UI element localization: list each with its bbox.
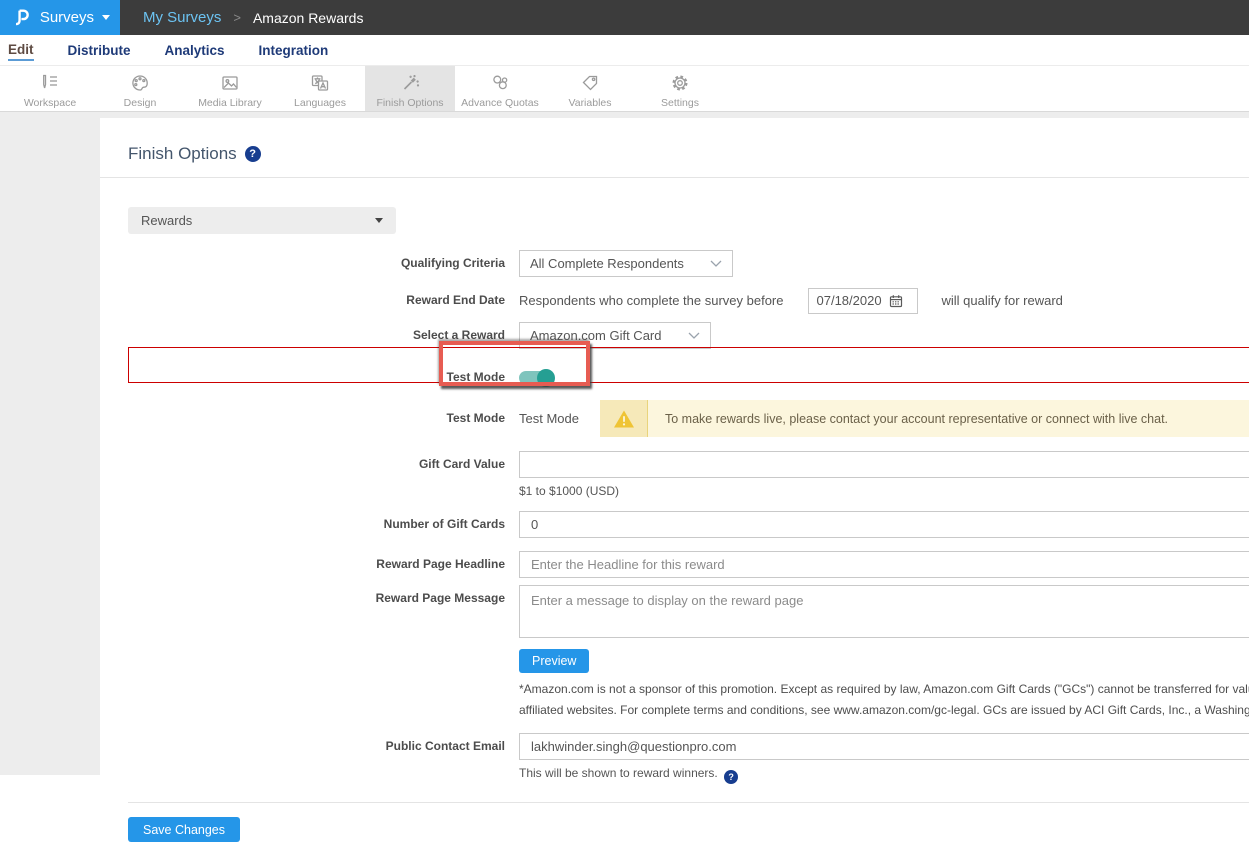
title-divider	[100, 177, 1249, 178]
qualifying-criteria-select[interactable]: All Complete Respondents	[519, 250, 733, 277]
product-menu[interactable]: Surveys	[0, 0, 120, 35]
page-background: Finish Options ? Rewards Qualifying Crit…	[0, 112, 1249, 775]
save-changes-button[interactable]: Save Changes	[128, 817, 240, 842]
toolbar-item-label: Design	[124, 97, 157, 109]
toolbar-item-advance-quotas[interactable]: Advance Quotas	[455, 66, 545, 111]
chevron-down-icon	[102, 15, 110, 20]
toolbar-item-media-library[interactable]: Media Library	[185, 66, 275, 111]
chevron-down-icon	[375, 218, 383, 223]
reward-end-date-field[interactable]	[808, 288, 918, 314]
amazon-disclaimer: *Amazon.com is not a sponsor of this pro…	[519, 679, 1249, 721]
advance-quotas-icon	[489, 72, 511, 94]
workspace-icon	[39, 72, 61, 94]
breadcrumb-my-surveys[interactable]: My Surveys	[143, 9, 221, 26]
tab-edit[interactable]: Edit	[8, 40, 34, 61]
variables-icon	[579, 72, 601, 94]
qualifying-criteria-value: All Complete Respondents	[530, 256, 684, 271]
main-tab-bar: Edit Distribute Analytics Integration	[0, 35, 1249, 66]
chevron-down-icon	[688, 332, 700, 339]
number-of-gift-cards-input[interactable]	[519, 511, 1249, 538]
public-contact-email-input[interactable]	[519, 733, 1249, 760]
languages-icon	[309, 72, 331, 94]
select-reward-value: Amazon.com Gift Card	[530, 328, 662, 343]
toolbar-item-label: Variables	[569, 97, 612, 109]
test-mode-toggle-label: Test Mode	[128, 359, 519, 395]
help-icon[interactable]: ?	[245, 146, 261, 162]
public-contact-email-helper: This will be shown to reward winners.	[519, 766, 718, 780]
warning-message: To make rewards live, please contact you…	[648, 400, 1249, 437]
tab-analytics[interactable]: Analytics	[165, 41, 225, 60]
test-mode-status-label: Test Mode	[128, 400, 519, 437]
toolbar-item-workspace[interactable]: Workspace	[5, 66, 95, 111]
help-icon[interactable]: ?	[724, 770, 738, 784]
reward-end-date-suffix: will qualify for reward	[942, 287, 1063, 314]
breadcrumb-current-survey: Amazon Rewards	[253, 10, 364, 26]
reward-end-date-input[interactable]	[817, 293, 889, 308]
reward-end-date-prefix: Respondents who complete the survey befo…	[519, 287, 784, 314]
bottom-divider	[128, 802, 1249, 803]
gift-card-value-label: Gift Card Value	[128, 451, 519, 478]
toolbar-item-variables[interactable]: Variables	[545, 66, 635, 111]
select-reward-select[interactable]: Amazon.com Gift Card	[519, 322, 711, 349]
finish-options-panel: Finish Options ? Rewards Qualifying Crit…	[100, 118, 1249, 775]
reward-page-message-label: Reward Page Message	[128, 585, 519, 612]
gift-card-value-input[interactable]	[519, 451, 1249, 478]
toolbar-item-settings[interactable]: Settings	[635, 66, 725, 111]
tab-distribute[interactable]: Distribute	[68, 41, 131, 60]
test-mode-status-value: Test Mode	[519, 400, 600, 437]
toolbar-item-label: Workspace	[24, 97, 76, 109]
chevron-down-icon	[710, 260, 722, 267]
reward-page-headline-input[interactable]	[519, 551, 1249, 578]
edit-toolbar: Workspace Design Media Library	[0, 66, 1249, 112]
media-library-icon	[219, 72, 241, 94]
page-title: Finish Options	[128, 144, 237, 164]
reward-end-date-label: Reward End Date	[128, 287, 519, 314]
settings-icon	[669, 72, 691, 94]
toolbar-item-label: Finish Options	[376, 97, 443, 109]
warning-icon-box	[600, 400, 647, 437]
design-icon	[129, 72, 151, 94]
public-contact-email-label: Public Contact Email	[128, 733, 519, 760]
calendar-icon[interactable]	[889, 294, 903, 308]
qualifying-criteria-label: Qualifying Criteria	[128, 250, 519, 277]
toolbar-item-languages[interactable]: Languages	[275, 66, 365, 111]
tab-integration[interactable]: Integration	[259, 41, 329, 60]
reward-page-message-input[interactable]	[519, 585, 1249, 638]
finish-options-icon	[399, 72, 421, 94]
breadcrumb: My Surveys > Amazon Rewards	[120, 0, 1249, 35]
product-name: Surveys	[40, 9, 94, 26]
rewards-section-value: Rewards	[141, 213, 192, 228]
toolbar-item-label: Advance Quotas	[461, 97, 539, 109]
toolbar-item-design[interactable]: Design	[95, 66, 185, 111]
disclaimer-line-1: *Amazon.com is not a sponsor of this pro…	[519, 679, 1249, 700]
preview-button[interactable]: Preview	[519, 649, 589, 673]
toolbar-item-label: Settings	[661, 97, 699, 109]
toolbar-item-label: Languages	[294, 97, 346, 109]
gift-card-value-helper: $1 to $1000 (USD)	[519, 484, 1249, 498]
toolbar-item-label: Media Library	[198, 97, 262, 109]
reward-page-headline-label: Reward Page Headline	[128, 551, 519, 578]
top-header: Surveys My Surveys > Amazon Rewards	[0, 0, 1249, 35]
disclaimer-line-2: affiliated websites. For complete terms …	[519, 700, 1249, 721]
rewards-form: Qualifying Criteria All Complete Respond…	[128, 250, 1249, 842]
toggle-knob	[537, 369, 555, 387]
rewards-section-dropdown[interactable]: Rewards	[128, 207, 396, 234]
select-reward-label: Select a Reward	[128, 322, 519, 349]
questionpro-logo-icon	[12, 7, 31, 29]
test-mode-toggle[interactable]	[519, 371, 553, 385]
warning-triangle-icon	[613, 409, 635, 429]
number-of-gift-cards-label: Number of Gift Cards	[128, 511, 519, 538]
test-mode-warning-banner: To make rewards live, please contact you…	[600, 400, 1249, 437]
breadcrumb-separator: >	[221, 10, 253, 25]
toolbar-item-finish-options[interactable]: Finish Options	[365, 66, 455, 111]
